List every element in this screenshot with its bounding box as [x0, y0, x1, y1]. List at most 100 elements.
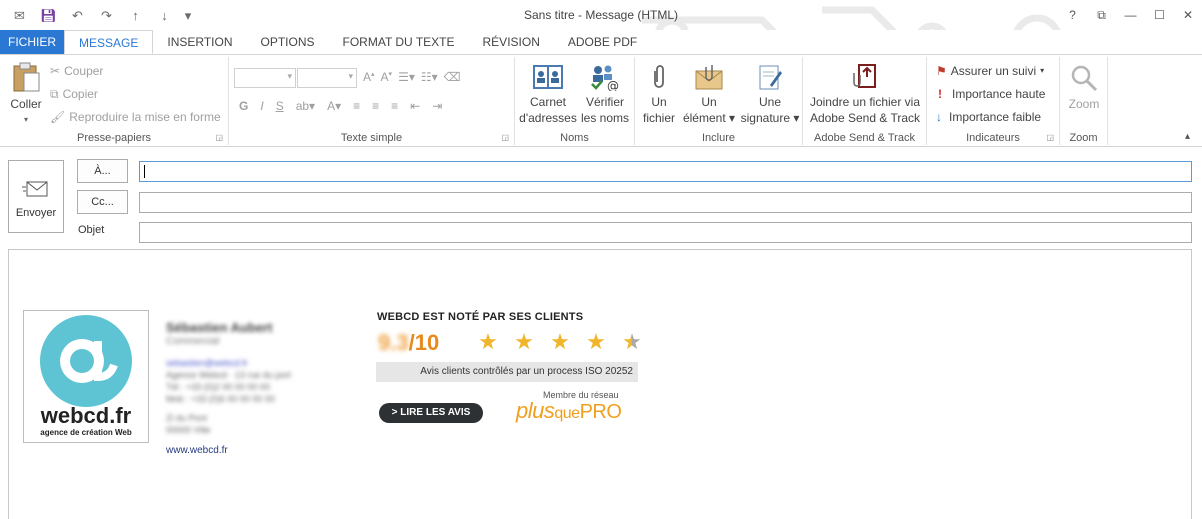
increase-indent-icon[interactable]: ⇥	[432, 99, 442, 113]
ribbon: Coller ▾ ✂ Couper ⧉ Copier 🖌︎ Reproduire…	[0, 54, 1202, 147]
cut-button[interactable]: ✂ Couper	[50, 63, 103, 79]
copy-icon: ⧉	[50, 87, 59, 101]
bold-button[interactable]: G	[239, 99, 248, 113]
plusquepro-que: que	[554, 405, 580, 422]
rating-score: 9.3/10	[378, 330, 439, 356]
plusquepro-plus: plus	[516, 398, 555, 423]
paperclip-icon	[654, 65, 664, 88]
tab-options[interactable]: OPTIONS	[246, 30, 328, 54]
attach-file-label-1: Un	[651, 95, 667, 109]
dialog-launcher-icon[interactable]: ◲	[215, 133, 223, 142]
high-importance-button[interactable]: ! Importance haute	[938, 86, 1045, 102]
close-icon[interactable]: ✕	[1174, 0, 1202, 30]
cut-label: Couper	[64, 64, 104, 78]
group-tags: ⚑ Assurer un suivi ▾ ! Importance haute …	[927, 57, 1060, 145]
underline-button[interactable]: S	[276, 99, 284, 113]
brush-icon: 🖌︎	[50, 110, 66, 124]
window-title: Sans titre - Message (HTML)	[523, 8, 679, 22]
minimize-icon[interactable]: —	[1116, 0, 1145, 30]
tab-fichier[interactable]: FICHIER	[0, 30, 64, 54]
adobe-send-track-button[interactable]: Joindre un fichier via Adobe Send & Trac…	[805, 63, 925, 126]
font-size-combo[interactable]	[297, 68, 357, 88]
font-color-icon[interactable]: A▾	[327, 99, 341, 113]
tab-format-du-texte[interactable]: FORMAT DU TEXTE	[329, 30, 469, 54]
envelope-attach-icon	[695, 65, 723, 90]
cc-button[interactable]: Cc...	[77, 190, 128, 214]
follow-up-button[interactable]: ⚑ Assurer un suivi ▾	[936, 63, 1044, 79]
star-icon: ★	[614, 329, 650, 355]
group-label-clipboard: Presse-papiers	[77, 132, 151, 144]
numbering-icon[interactable]: ☷▾	[421, 70, 438, 84]
read-reviews-button[interactable]: > LIRE LES AVIS	[379, 403, 483, 423]
subject-label: Objet	[78, 224, 105, 236]
clear-format-icon[interactable]: ⌫	[444, 70, 461, 84]
dialog-launcher-icon[interactable]: ◲	[1046, 133, 1054, 142]
tab-message[interactable]: MESSAGE	[64, 30, 154, 54]
italic-button[interactable]: I	[260, 99, 263, 113]
attach-file-button[interactable]: Un fichier	[639, 63, 679, 126]
maximize-icon[interactable]: ☐	[1145, 0, 1174, 30]
attach-item-button[interactable]: Un élément ▾	[681, 63, 737, 126]
signature-name: Sébastien Aubert	[166, 320, 273, 335]
check-names-button[interactable]: @ Vérifier les noms	[577, 63, 633, 126]
signature-email[interactable]: sebastien@webcd.fr	[166, 358, 248, 368]
magnifier-icon	[1071, 65, 1098, 92]
group-zoom: Zoom Zoom	[1060, 57, 1108, 145]
font-size-buttons: A▴ A▾ ☰▾ ☷▾ ⌫	[363, 70, 461, 84]
subject-field[interactable]	[139, 222, 1192, 243]
address-book-button[interactable]: Carnet d'adresses	[519, 63, 577, 126]
copy-button[interactable]: ⧉ Copier	[50, 86, 98, 102]
group-include: Un fichier Un élément ▾ Une signature ▾ …	[635, 57, 803, 145]
tab-adobe-pdf[interactable]: ADOBE PDF	[554, 30, 651, 54]
cc-field[interactable]	[139, 192, 1192, 213]
low-importance-label: Importance faible	[949, 110, 1042, 124]
rating-score-suffix: /10	[408, 330, 440, 355]
bullets-icon[interactable]: ☰▾	[398, 70, 415, 84]
signature-button[interactable]: Une signature ▾	[739, 63, 801, 126]
align-center-icon[interactable]: ≡	[372, 99, 379, 113]
group-label-tags: Indicateurs	[966, 132, 1020, 144]
signature-label-2: signature ▾	[740, 111, 800, 125]
grow-font-icon[interactable]: A▴	[363, 70, 375, 84]
exclamation-icon: !	[938, 87, 942, 101]
format-painter-button[interactable]: 🖌︎ Reproduire la mise en forme	[50, 109, 221, 125]
check-names-label-2: les noms	[580, 111, 630, 125]
to-field[interactable]	[139, 161, 1192, 182]
to-button[interactable]: À...	[77, 159, 128, 183]
highlight-icon[interactable]: ab▾	[296, 99, 315, 113]
ribbon-display-icon[interactable]: ⧉	[1087, 0, 1116, 30]
webcd-logo: webcd.fr agence de création Web	[23, 310, 149, 443]
font-name-combo[interactable]	[234, 68, 296, 88]
align-left-icon[interactable]: ≡	[353, 99, 360, 113]
star-icon: ★	[514, 329, 534, 354]
decrease-indent-icon[interactable]: ⇤	[410, 99, 420, 113]
plusquepro-logo: plusquePRO	[516, 398, 622, 424]
paste-button[interactable]: Coller ▾	[6, 61, 46, 128]
adobe-attach-label-1: Joindre un fichier via	[809, 95, 921, 109]
check-names-icon: @	[591, 65, 619, 91]
low-importance-button[interactable]: ↓ Importance faible	[936, 109, 1041, 125]
tab-insertion[interactable]: INSERTION	[153, 30, 246, 54]
help-icon[interactable]: ?	[1058, 0, 1087, 30]
svg-text:@: @	[607, 79, 619, 91]
collapse-ribbon-icon[interactable]: ▴	[1185, 131, 1190, 142]
logo-tagline: agence de création Web	[40, 428, 132, 437]
signature-website[interactable]: www.webcd.fr	[166, 445, 228, 456]
check-names-label-1: Vérifier	[585, 95, 624, 109]
chevron-down-icon: ▾	[1040, 66, 1045, 75]
group-adobe-send-track: Joindre un fichier via Adobe Send & Trac…	[803, 57, 927, 145]
address-book-icon	[533, 65, 563, 89]
down-arrow-icon: ↓	[936, 110, 942, 124]
tab-revision[interactable]: RÉVISION	[469, 30, 554, 54]
rating-score-value: 9.3	[378, 330, 409, 355]
at-sign-logo: webcd.fr agence de création Web	[40, 315, 132, 437]
star-icon: ★	[478, 329, 498, 354]
align-right-icon[interactable]: ≡	[391, 99, 398, 113]
dialog-launcher-icon[interactable]: ◲	[501, 133, 509, 142]
group-label-zoom: Zoom	[1069, 132, 1098, 144]
shrink-font-icon[interactable]: A▾	[381, 70, 393, 84]
high-importance-label: Importance haute	[952, 87, 1046, 101]
zoom-button[interactable]: Zoom	[1062, 63, 1106, 112]
send-button[interactable]: Envoyer	[8, 160, 64, 233]
text-cursor	[144, 165, 145, 178]
